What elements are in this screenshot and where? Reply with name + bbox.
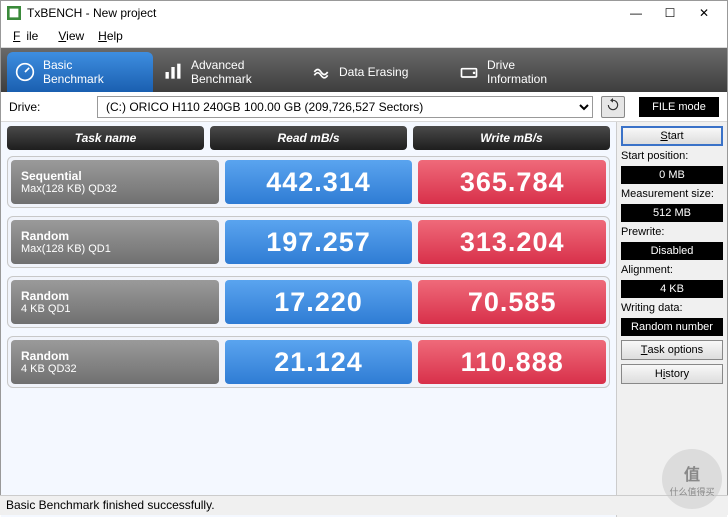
gauge-icon bbox=[15, 62, 35, 82]
tab-advanced-benchmark[interactable]: AdvancedBenchmark bbox=[155, 52, 301, 92]
writing-data-value[interactable]: Random number bbox=[621, 318, 723, 336]
history-button[interactable]: History bbox=[621, 364, 723, 384]
minimize-button[interactable]: — bbox=[619, 2, 653, 24]
erase-icon bbox=[311, 62, 331, 82]
drive-select[interactable]: (C:) ORICO H110 240GB 100.00 GB (209,726… bbox=[97, 96, 593, 118]
maximize-button[interactable]: ☐ bbox=[653, 2, 687, 24]
header-task: Task name bbox=[7, 126, 204, 150]
writing-data-label: Writing data: bbox=[621, 302, 723, 314]
close-button[interactable]: ✕ bbox=[687, 2, 721, 24]
refresh-button[interactable] bbox=[601, 96, 625, 118]
write-value: 365.784 bbox=[418, 160, 606, 204]
write-value: 70.585 bbox=[418, 280, 606, 324]
tab-basic-benchmark[interactable]: BasicBenchmark bbox=[7, 52, 153, 92]
read-value: 17.220 bbox=[225, 280, 413, 324]
task-options-button[interactable]: Task options bbox=[621, 340, 723, 360]
start-position-value[interactable]: 0 MB bbox=[621, 166, 723, 184]
tab-data-erasing[interactable]: Data Erasing bbox=[303, 52, 449, 92]
tab-bar: BasicBenchmark AdvancedBenchmark Data Er… bbox=[1, 48, 727, 92]
read-value: 442.314 bbox=[225, 160, 413, 204]
drive-icon bbox=[459, 62, 479, 82]
bars-icon bbox=[163, 62, 183, 82]
test-name-button[interactable]: RandomMax(128 KB) QD1 bbox=[11, 220, 219, 264]
refresh-icon bbox=[606, 98, 620, 115]
titlebar: TxBENCH - New project — ☐ ✕ bbox=[1, 1, 727, 25]
watermark: 值 什么值得买 bbox=[662, 449, 722, 509]
window-title: TxBENCH - New project bbox=[27, 6, 619, 20]
read-value: 21.124 bbox=[225, 340, 413, 384]
start-position-label: Start position: bbox=[621, 150, 723, 162]
results-panel: Task name Read mB/s Write mB/s Sequentia… bbox=[1, 122, 617, 517]
alignment-value[interactable]: 4 KB bbox=[621, 280, 723, 298]
measurement-size-value[interactable]: 512 MB bbox=[621, 204, 723, 222]
measurement-size-label: Measurement size: bbox=[621, 188, 723, 200]
drive-selector-row: Drive: (C:) ORICO H110 240GB 100.00 GB (… bbox=[1, 92, 727, 122]
test-name-button[interactable]: Random4 KB QD1 bbox=[11, 280, 219, 324]
alignment-label: Alignment: bbox=[621, 264, 723, 276]
test-row: RandomMax(128 KB) QD1197.257313.204 bbox=[7, 216, 610, 268]
test-row: Random4 KB QD117.22070.585 bbox=[7, 276, 610, 328]
test-row: SequentialMax(128 KB) QD32442.314365.784 bbox=[7, 156, 610, 208]
header-write: Write mB/s bbox=[413, 126, 610, 150]
tab-drive-information[interactable]: DriveInformation bbox=[451, 52, 597, 92]
menu-help[interactable]: Help bbox=[92, 27, 129, 45]
read-value: 197.257 bbox=[225, 220, 413, 264]
status-bar: Basic Benchmark finished successfully. bbox=[0, 495, 728, 515]
app-icon bbox=[7, 6, 21, 20]
write-value: 110.888 bbox=[418, 340, 606, 384]
test-row: Random4 KB QD3221.124110.888 bbox=[7, 336, 610, 388]
test-name-button[interactable]: SequentialMax(128 KB) QD32 bbox=[11, 160, 219, 204]
prewrite-label: Prewrite: bbox=[621, 226, 723, 238]
file-mode-button[interactable]: FILE mode bbox=[639, 97, 719, 117]
menu-view[interactable]: View bbox=[52, 27, 90, 45]
drive-label: Drive: bbox=[9, 100, 89, 114]
menubar: File View Help bbox=[1, 25, 727, 48]
start-button[interactable]: Start bbox=[621, 126, 723, 146]
write-value: 313.204 bbox=[418, 220, 606, 264]
header-read: Read mB/s bbox=[210, 126, 407, 150]
menu-file[interactable]: File bbox=[7, 27, 50, 45]
test-name-button[interactable]: Random4 KB QD32 bbox=[11, 340, 219, 384]
prewrite-value[interactable]: Disabled bbox=[621, 242, 723, 260]
